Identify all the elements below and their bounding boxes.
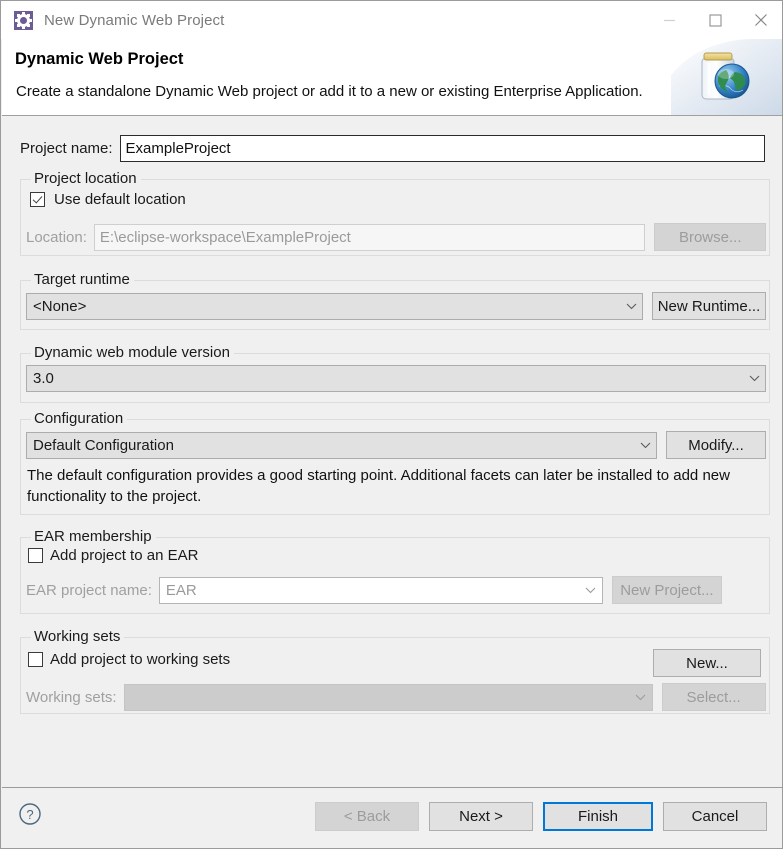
module-version-group: Dynamic web module version 3.0 xyxy=(20,344,770,403)
module-version-row: 3.0 xyxy=(26,365,766,392)
working-sets-label: Working sets: xyxy=(26,688,117,706)
chevron-down-icon xyxy=(580,587,602,594)
configuration-value: Default Configuration xyxy=(33,436,174,454)
project-location-group: Project location Use default location Lo… xyxy=(20,170,770,256)
configuration-description: The default configuration provides a goo… xyxy=(27,467,730,505)
use-default-location-label: Use default location xyxy=(54,191,186,208)
new-working-set-button[interactable]: New... xyxy=(653,649,761,677)
chevron-down-icon xyxy=(630,694,652,701)
dialog-footer: ? < Back Next > Finish Cancel xyxy=(2,787,782,848)
new-ear-project-button: New Project... xyxy=(611,576,722,604)
maximize-icon xyxy=(708,13,722,27)
svg-text:?: ? xyxy=(26,807,33,822)
location-input: E:\eclipse-workspace\ExampleProject xyxy=(93,223,646,251)
module-version-value: 3.0 xyxy=(33,370,54,387)
cancel-button[interactable]: Cancel xyxy=(663,802,767,831)
target-runtime-row: <None> New Runtime... xyxy=(26,292,766,320)
project-location-group-label: Project location xyxy=(31,170,141,187)
ear-project-name-combo: EAR xyxy=(158,576,603,604)
ear-project-name-value: EAR xyxy=(165,581,197,599)
new-runtime-button[interactable]: New Runtime... xyxy=(652,292,766,320)
target-runtime-combo[interactable]: <None> xyxy=(26,292,643,320)
add-to-working-sets-checkbox[interactable] xyxy=(28,652,43,667)
finish-button[interactable]: Finish xyxy=(543,802,653,831)
new-dynamic-web-project-dialog: New Dynamic Web Project Dynamic Web Proj… xyxy=(0,0,783,849)
working-sets-group-label: Working sets xyxy=(31,628,125,645)
location-label: Location: xyxy=(26,228,87,246)
add-to-ear-row[interactable]: Add project to an EAR xyxy=(28,547,198,564)
working-sets-combo xyxy=(123,683,653,711)
configuration-group: Configuration Default Configuration Modi… xyxy=(20,410,770,515)
use-default-location-row[interactable]: Use default location xyxy=(30,191,186,208)
configuration-group-label: Configuration xyxy=(31,410,128,427)
ear-membership-group-label: EAR membership xyxy=(31,528,156,545)
modify-button[interactable]: Modify... xyxy=(666,431,766,459)
next-button[interactable]: Next > xyxy=(429,802,533,831)
page-title: Dynamic Web Project xyxy=(15,50,184,68)
working-sets-row: Working sets: Select... xyxy=(26,683,766,711)
chevron-down-icon xyxy=(620,303,642,310)
browse-button: Browse... xyxy=(654,223,766,251)
minimize-icon xyxy=(663,19,675,21)
configuration-row: Default Configuration Modify... xyxy=(26,431,766,459)
project-name-row: Project name: ExampleProject xyxy=(20,135,770,162)
help-question-icon[interactable]: ? xyxy=(18,802,42,826)
add-to-ear-checkbox[interactable] xyxy=(28,548,43,563)
window-title: New Dynamic Web Project xyxy=(44,11,225,29)
chevron-down-icon xyxy=(634,442,656,449)
dialog-header: Dynamic Web Project Create a standalone … xyxy=(2,39,782,116)
chevron-down-icon xyxy=(743,375,765,382)
ear-membership-group: EAR membership Add project to an EAR EAR… xyxy=(20,528,770,614)
module-version-group-label: Dynamic web module version xyxy=(31,344,234,361)
configuration-combo[interactable]: Default Configuration xyxy=(26,431,657,459)
add-to-ear-label: Add project to an EAR xyxy=(50,547,199,564)
close-button[interactable] xyxy=(738,1,782,39)
target-runtime-group-label: Target runtime xyxy=(31,271,134,288)
minimize-button[interactable] xyxy=(646,1,692,39)
dialog-body: Project name: ExampleProject Project loc… xyxy=(2,117,782,786)
eclipse-gear-icon xyxy=(14,10,33,30)
close-icon xyxy=(755,14,767,26)
title-bar: New Dynamic Web Project xyxy=(1,1,782,39)
page-description: Create a standalone Dynamic Web project … xyxy=(16,83,643,100)
project-name-label: Project name: xyxy=(20,140,113,157)
target-runtime-group: Target runtime <None> New Runtime... xyxy=(20,271,770,330)
project-name-input[interactable]: ExampleProject xyxy=(119,135,765,162)
add-to-working-sets-row[interactable]: Add project to working sets xyxy=(28,651,230,668)
window-controls xyxy=(646,1,782,39)
ear-project-name-row: EAR project name: EAR New Project... xyxy=(26,576,766,604)
working-sets-group: Working sets Add project to working sets… xyxy=(20,628,770,714)
location-row: Location: E:\eclipse-workspace\ExamplePr… xyxy=(26,223,766,251)
target-runtime-value: <None> xyxy=(33,297,87,315)
back-button: < Back xyxy=(315,802,419,831)
select-working-sets-button: Select... xyxy=(661,683,766,711)
web-jar-globe-icon xyxy=(671,39,782,115)
use-default-location-checkbox[interactable] xyxy=(30,192,45,207)
footer-buttons: < Back Next > Finish Cancel xyxy=(315,802,767,831)
maximize-button[interactable] xyxy=(692,1,738,39)
add-to-working-sets-label: Add project to working sets xyxy=(50,651,231,668)
ear-project-name-label: EAR project name: xyxy=(26,581,152,599)
module-version-combo[interactable]: 3.0 xyxy=(26,365,766,392)
